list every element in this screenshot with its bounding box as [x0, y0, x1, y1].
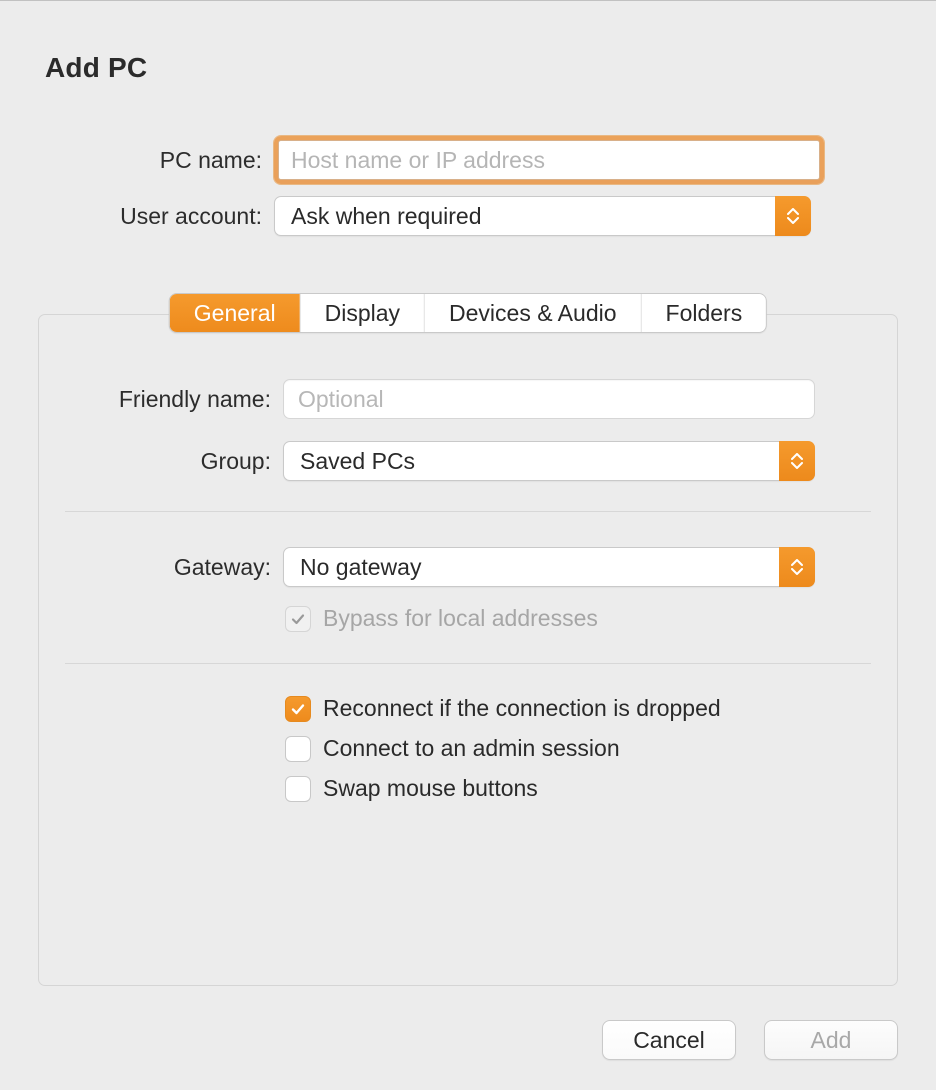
tab-devices-audio[interactable]: Devices & Audio [425, 294, 641, 332]
bypass-checkbox [285, 606, 311, 632]
user-account-label: User account: [12, 203, 274, 230]
tab-bar: General Display Devices & Audio Folders [169, 293, 767, 333]
settings-panel: General Display Devices & Audio Folders … [38, 314, 898, 986]
add-pc-dialog: Add PC PC name: User account: Ask when r… [0, 0, 936, 1090]
gateway-label: Gateway: [51, 554, 283, 581]
friendly-name-row: Friendly name: [51, 379, 815, 419]
divider [65, 511, 871, 512]
reconnect-checkbox[interactable] [285, 696, 311, 722]
gateway-value: No gateway [300, 554, 421, 581]
gateway-select[interactable]: No gateway [283, 547, 815, 587]
group-value: Saved PCs [300, 448, 415, 475]
admin-checkbox[interactable] [285, 736, 311, 762]
friendly-name-label: Friendly name: [51, 386, 283, 413]
admin-label: Connect to an admin session [323, 735, 620, 762]
swap-label: Swap mouse buttons [323, 775, 538, 802]
chevron-up-down-icon [779, 547, 815, 587]
swap-checkbox-row[interactable]: Swap mouse buttons [285, 775, 538, 802]
bypass-row: Bypass for local addresses [285, 605, 598, 632]
swap-row: Swap mouse buttons [285, 775, 538, 802]
tab-general[interactable]: General [170, 294, 301, 332]
swap-checkbox[interactable] [285, 776, 311, 802]
pc-name-row: PC name: [12, 136, 824, 184]
divider [65, 663, 871, 664]
reconnect-checkbox-row[interactable]: Reconnect if the connection is dropped [285, 695, 721, 722]
reconnect-row: Reconnect if the connection is dropped [285, 695, 721, 722]
dialog-title: Add PC [45, 52, 147, 84]
tab-folders[interactable]: Folders [642, 294, 767, 332]
chevron-up-down-icon [775, 196, 811, 236]
friendly-name-input[interactable] [283, 379, 815, 419]
bypass-label: Bypass for local addresses [323, 605, 598, 632]
pc-name-focus-ring [274, 136, 824, 184]
bypass-checkbox-row: Bypass for local addresses [285, 605, 598, 632]
group-label: Group: [51, 448, 283, 475]
group-row: Group: Saved PCs [51, 441, 815, 481]
pc-name-label: PC name: [12, 147, 274, 174]
reconnect-label: Reconnect if the connection is dropped [323, 695, 721, 722]
admin-checkbox-row[interactable]: Connect to an admin session [285, 735, 620, 762]
dialog-footer: Cancel Add [602, 1020, 898, 1060]
add-button[interactable]: Add [764, 1020, 898, 1060]
tab-display[interactable]: Display [301, 294, 425, 332]
user-account-row: User account: Ask when required [12, 196, 811, 236]
cancel-button[interactable]: Cancel [602, 1020, 736, 1060]
group-select[interactable]: Saved PCs [283, 441, 815, 481]
chevron-up-down-icon [779, 441, 815, 481]
user-account-select[interactable]: Ask when required [274, 196, 811, 236]
gateway-row: Gateway: No gateway [51, 547, 815, 587]
admin-row: Connect to an admin session [285, 735, 620, 762]
pc-name-input[interactable] [278, 140, 820, 180]
user-account-value: Ask when required [291, 203, 482, 230]
